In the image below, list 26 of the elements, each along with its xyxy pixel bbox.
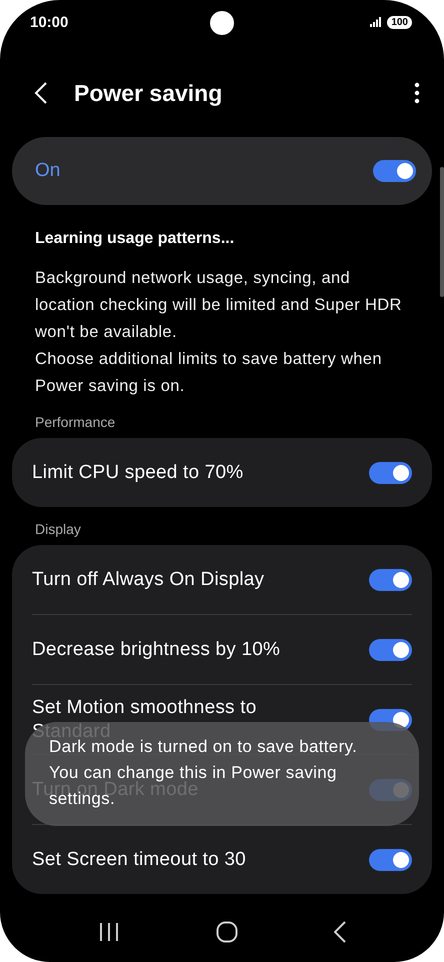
toggle-switch[interactable] <box>369 462 412 484</box>
page-title: Power saving <box>74 80 222 106</box>
description-text: Choose additional limits to save battery when Power saving is on. <box>35 349 383 397</box>
back-button[interactable] <box>34 81 48 105</box>
back-nav-button[interactable] <box>334 921 346 943</box>
recent-apps-button[interactable] <box>98 922 120 942</box>
camera-hole-icon <box>210 11 234 35</box>
setting-label[interactable]: Turn off Always On Display <box>32 568 264 592</box>
battery-level: 100 <box>387 16 412 28</box>
signal-icon <box>370 17 382 27</box>
description-text: Background network usage, syncing, and location checking will be limited and Super HDR won't be available. <box>35 268 403 343</box>
toggle-switch[interactable] <box>369 848 412 870</box>
status-text: Learning usage patterns... <box>35 230 236 248</box>
section-header: Display <box>35 521 82 537</box>
toggle-switch[interactable] <box>369 638 412 660</box>
setting-label[interactable]: Set Screen timeout to 30 <box>32 848 246 872</box>
section-header: Performance <box>35 414 116 430</box>
status-time: 10:00 <box>30 14 68 30</box>
master-switch-bar[interactable]: On <box>12 137 432 205</box>
setting-label[interactable]: Decrease brightness by 10% <box>32 638 280 662</box>
home-button[interactable] <box>216 921 238 943</box>
master-switch-label: On <box>35 160 60 182</box>
toggle-switch[interactable] <box>373 160 416 182</box>
setting-label[interactable]: Limit CPU speed to 70% <box>32 460 244 484</box>
toggle-switch[interactable] <box>369 568 412 590</box>
more-options-button[interactable] <box>414 82 420 104</box>
